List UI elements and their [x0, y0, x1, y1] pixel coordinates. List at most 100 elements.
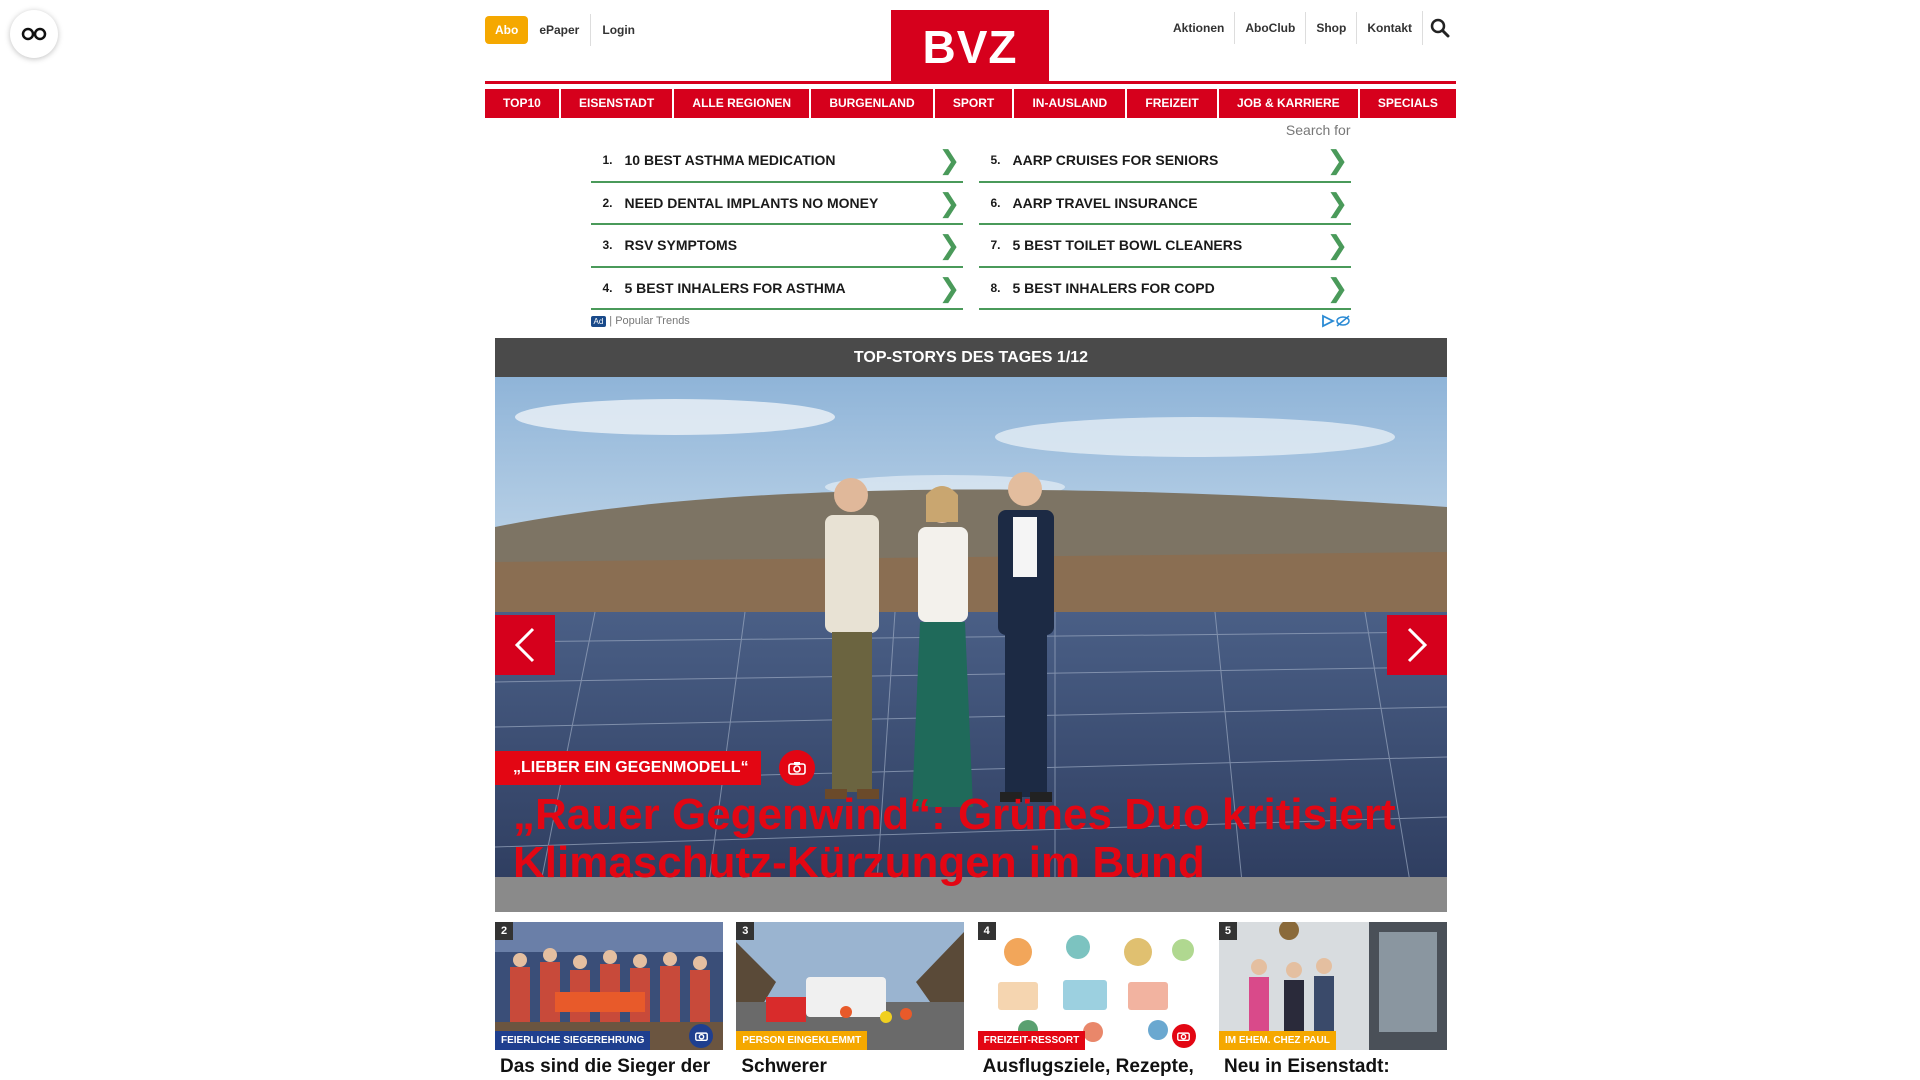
story-card-title: Das sind die Sieger der BVZ Sportlerwahl… — [500, 1056, 711, 1080]
story-card-number: 2 — [495, 922, 513, 940]
ad-row-number: 8. — [990, 280, 1001, 295]
chevron-right-icon: ❯ — [1326, 145, 1349, 176]
epaper-link[interactable]: ePaper — [528, 14, 590, 46]
nav-item-job-karriere[interactable]: JOB & KARRIERE — [1218, 89, 1358, 118]
ad-row-number: 1. — [602, 153, 613, 168]
ad-row-number: 2. — [602, 195, 613, 210]
nav-item-in-ausland[interactable]: IN-AUSLAND — [1014, 89, 1126, 118]
nav-item-eisenstadt[interactable]: EISENSTADT — [561, 89, 673, 118]
hero-kicker-label[interactable]: „LIEBER EIN GEGENMODELL“ — [495, 751, 761, 785]
ad-column-right: 5. AARP CRUISES FOR SENIORS ❯ 6. AARP TRAVE… — [978, 140, 1351, 310]
chevron-right-icon: ❯ — [938, 272, 961, 303]
previous-slide-button[interactable] — [495, 615, 555, 675]
main-nav: TOP10 EISENSTADT ALLE REGIONEN BURGENLAN… — [485, 89, 1456, 118]
shop-link[interactable]: Shop — [1305, 12, 1356, 44]
story-cards: 2 FEIERLICHE SIEGEREHRUNG Das sind die S… — [495, 922, 1447, 1080]
ad-row[interactable]: 8. 5 BEST INHALERS FOR COPD ❯ — [978, 268, 1351, 310]
nav-item-freizeit[interactable]: FREIZEIT — [1127, 89, 1217, 118]
ad-badge: Ad — [590, 315, 607, 327]
ad-row-text: NEED DENTAL IMPLANTS NO MONEY — [624, 194, 879, 211]
hero-story[interactable]: „LIEBER EIN GEGENMODELL“ „Rauer Gegenwin… — [495, 377, 1447, 912]
story-card-image: 2 FEIERLICHE SIEGEREHRUNG — [495, 922, 723, 1050]
nav-item-specials[interactable]: SPECIALS — [1359, 89, 1456, 118]
story-card-title: Ausflugsziele, Rezepte, Gesundheitstipps… — [982, 1056, 1194, 1080]
chevron-right-icon: ❯ — [1326, 272, 1349, 303]
aboclub-link[interactable]: AboClub — [1234, 12, 1305, 44]
ad-row[interactable]: 3. RSV SYMPTOMS ❯ — [590, 225, 963, 268]
story-card[interactable]: 4 FREIZEIT-RESSORT Ausflugsziele, Rezept… — [977, 922, 1206, 1080]
abo-button[interactable]: Abo — [485, 16, 529, 44]
search-icon — [1430, 18, 1449, 38]
nav-item-alle-regionen[interactable]: ALLE REGIONEN — [674, 89, 810, 118]
ad-block: Search for 1. 10 BEST ASTHMA MEDICATION ❯ … — [590, 118, 1351, 328]
story-card-tag: FREIZEIT-RESSORT — [977, 1031, 1086, 1050]
hero-headline[interactable]: „Rauer Gegenwind“: Grünes Duo kritisiert… — [513, 791, 1413, 887]
chevron-right-icon: ❯ — [1326, 230, 1349, 261]
story-card-tag: FEIERLICHE SIEGEREHRUNG — [495, 1031, 651, 1050]
story-card-image: 4 FREIZEIT-RESSORT — [977, 922, 1206, 1050]
ad-row-number: 6. — [990, 195, 1001, 210]
search-button[interactable] — [1422, 11, 1456, 45]
ad-footer: Ad | Popular Trends — [590, 314, 1351, 328]
ad-row-number: 3. — [602, 238, 613, 253]
ad-row-number: 4. — [602, 280, 613, 295]
ad-footer-label: | Popular Trends — [609, 315, 690, 327]
ad-row[interactable]: 1. 10 BEST ASTHMA MEDICATION ❯ — [590, 140, 963, 183]
kontakt-link[interactable]: Kontakt — [1356, 12, 1422, 44]
ad-row[interactable]: 2. NEED DENTAL IMPLANTS NO MONEY ❯ — [590, 183, 963, 225]
camera-icon — [778, 750, 815, 786]
ad-row-text: 5 BEST TOILET BOWL CLEANERS — [1012, 237, 1243, 254]
site-header: Abo ePaper Login BVZ Aktionen AboClub Sh… — [485, 0, 1456, 84]
ad-search-label: Search for — [1285, 122, 1351, 138]
ad-column-left: 1. 10 BEST ASTHMA MEDICATION ❯ 2. NEED DENT… — [590, 140, 963, 310]
ad-row[interactable]: 7. 5 BEST TOILET BOWL CLEANERS ❯ — [978, 225, 1351, 268]
ad-row-text: 10 BEST ASTHMA MEDICATION — [624, 152, 836, 169]
ad-row-text: AARP TRAVEL INSURANCE — [1012, 194, 1198, 211]
nav-item-sport[interactable]: SPORT — [934, 89, 1013, 118]
ad-row-text: RSV SYMPTOMS — [624, 237, 738, 254]
chevron-right-icon — [1407, 627, 1428, 663]
story-card-number: 5 — [1218, 922, 1237, 940]
ad-row-text: AARP CRUISES FOR SENIORS — [1012, 152, 1219, 169]
ad-row[interactable]: 4. 5 BEST INHALERS FOR ASTHMA ❯ — [590, 268, 963, 310]
bvz-logo[interactable]: BVZ — [891, 10, 1049, 84]
story-card[interactable]: 2 FEIERLICHE SIEGEREHRUNG Das sind die S… — [495, 922, 723, 1080]
ad-row-number: 5. — [990, 153, 1001, 168]
ad-row[interactable]: 5. AARP CRUISES FOR SENIORS ❯ — [978, 140, 1351, 183]
ad-row[interactable]: 6. AARP TRAVEL INSURANCE ❯ — [978, 183, 1351, 225]
aktionen-link[interactable]: Aktionen — [1163, 12, 1234, 44]
story-card[interactable]: 3 PERSON EINGEKLEMMT Schwerer Verkehrsun… — [736, 922, 965, 1080]
story-card[interactable]: 5 IM EHEM. CHEZ PAUL Neu in Eisenstadt: … — [1218, 922, 1447, 1080]
chevron-left-icon — [514, 627, 535, 663]
ad-row-text: 5 BEST INHALERS FOR COPD — [1012, 279, 1215, 296]
adchoices-icon[interactable] — [1321, 314, 1351, 328]
camera-icon — [689, 1024, 713, 1048]
login-link[interactable]: Login — [590, 14, 646, 46]
top-stories-heading: TOP-STORYS DES TAGES 1/12 — [495, 338, 1447, 377]
story-card-number: 4 — [977, 922, 996, 940]
ad-row-number: 7. — [990, 238, 1001, 253]
camera-icon — [1171, 1024, 1196, 1048]
chevron-right-icon: ❯ — [1326, 187, 1349, 218]
story-card-title: Schwerer Verkehrsunfall zwischen Zagling… — [741, 1056, 872, 1080]
glasses-icon — [21, 27, 47, 41]
story-card-title: Neu in Eisenstadt: Ungarisches Lokal — [1223, 1056, 1393, 1080]
next-slide-button[interactable] — [1387, 615, 1447, 675]
hero-kicker: „LIEBER EIN GEGENMODELL“ — [495, 750, 815, 786]
reader-mode-button[interactable] — [10, 10, 58, 58]
header-left: Abo ePaper Login — [485, 14, 646, 46]
page: Abo ePaper Login BVZ Aktionen AboClub Sh… — [485, 0, 1456, 328]
story-card-number: 3 — [736, 922, 755, 940]
story-card-tag: IM EHEM. CHEZ PAUL — [1218, 1031, 1336, 1050]
chevron-right-icon: ❯ — [938, 145, 961, 176]
header-right: Aktionen AboClub Shop Kontakt — [1163, 11, 1456, 45]
story-card-image: 3 PERSON EINGEKLEMMT — [736, 922, 965, 1050]
story-card-image: 5 IM EHEM. CHEZ PAUL — [1218, 922, 1447, 1050]
top-stories: TOP-STORYS DES TAGES 1/12 „LIEBER EIN GE… — [495, 338, 1447, 1080]
nav-item-top10[interactable]: TOP10 — [485, 89, 559, 118]
chevron-right-icon: ❯ — [938, 230, 961, 261]
nav-item-burgenland[interactable]: BURGENLAND — [811, 89, 933, 118]
chevron-right-icon: ❯ — [938, 187, 961, 218]
ad-row-text: 5 BEST INHALERS FOR ASTHMA — [624, 279, 846, 296]
story-card-tag: PERSON EINGEKLEMMT — [736, 1031, 868, 1050]
